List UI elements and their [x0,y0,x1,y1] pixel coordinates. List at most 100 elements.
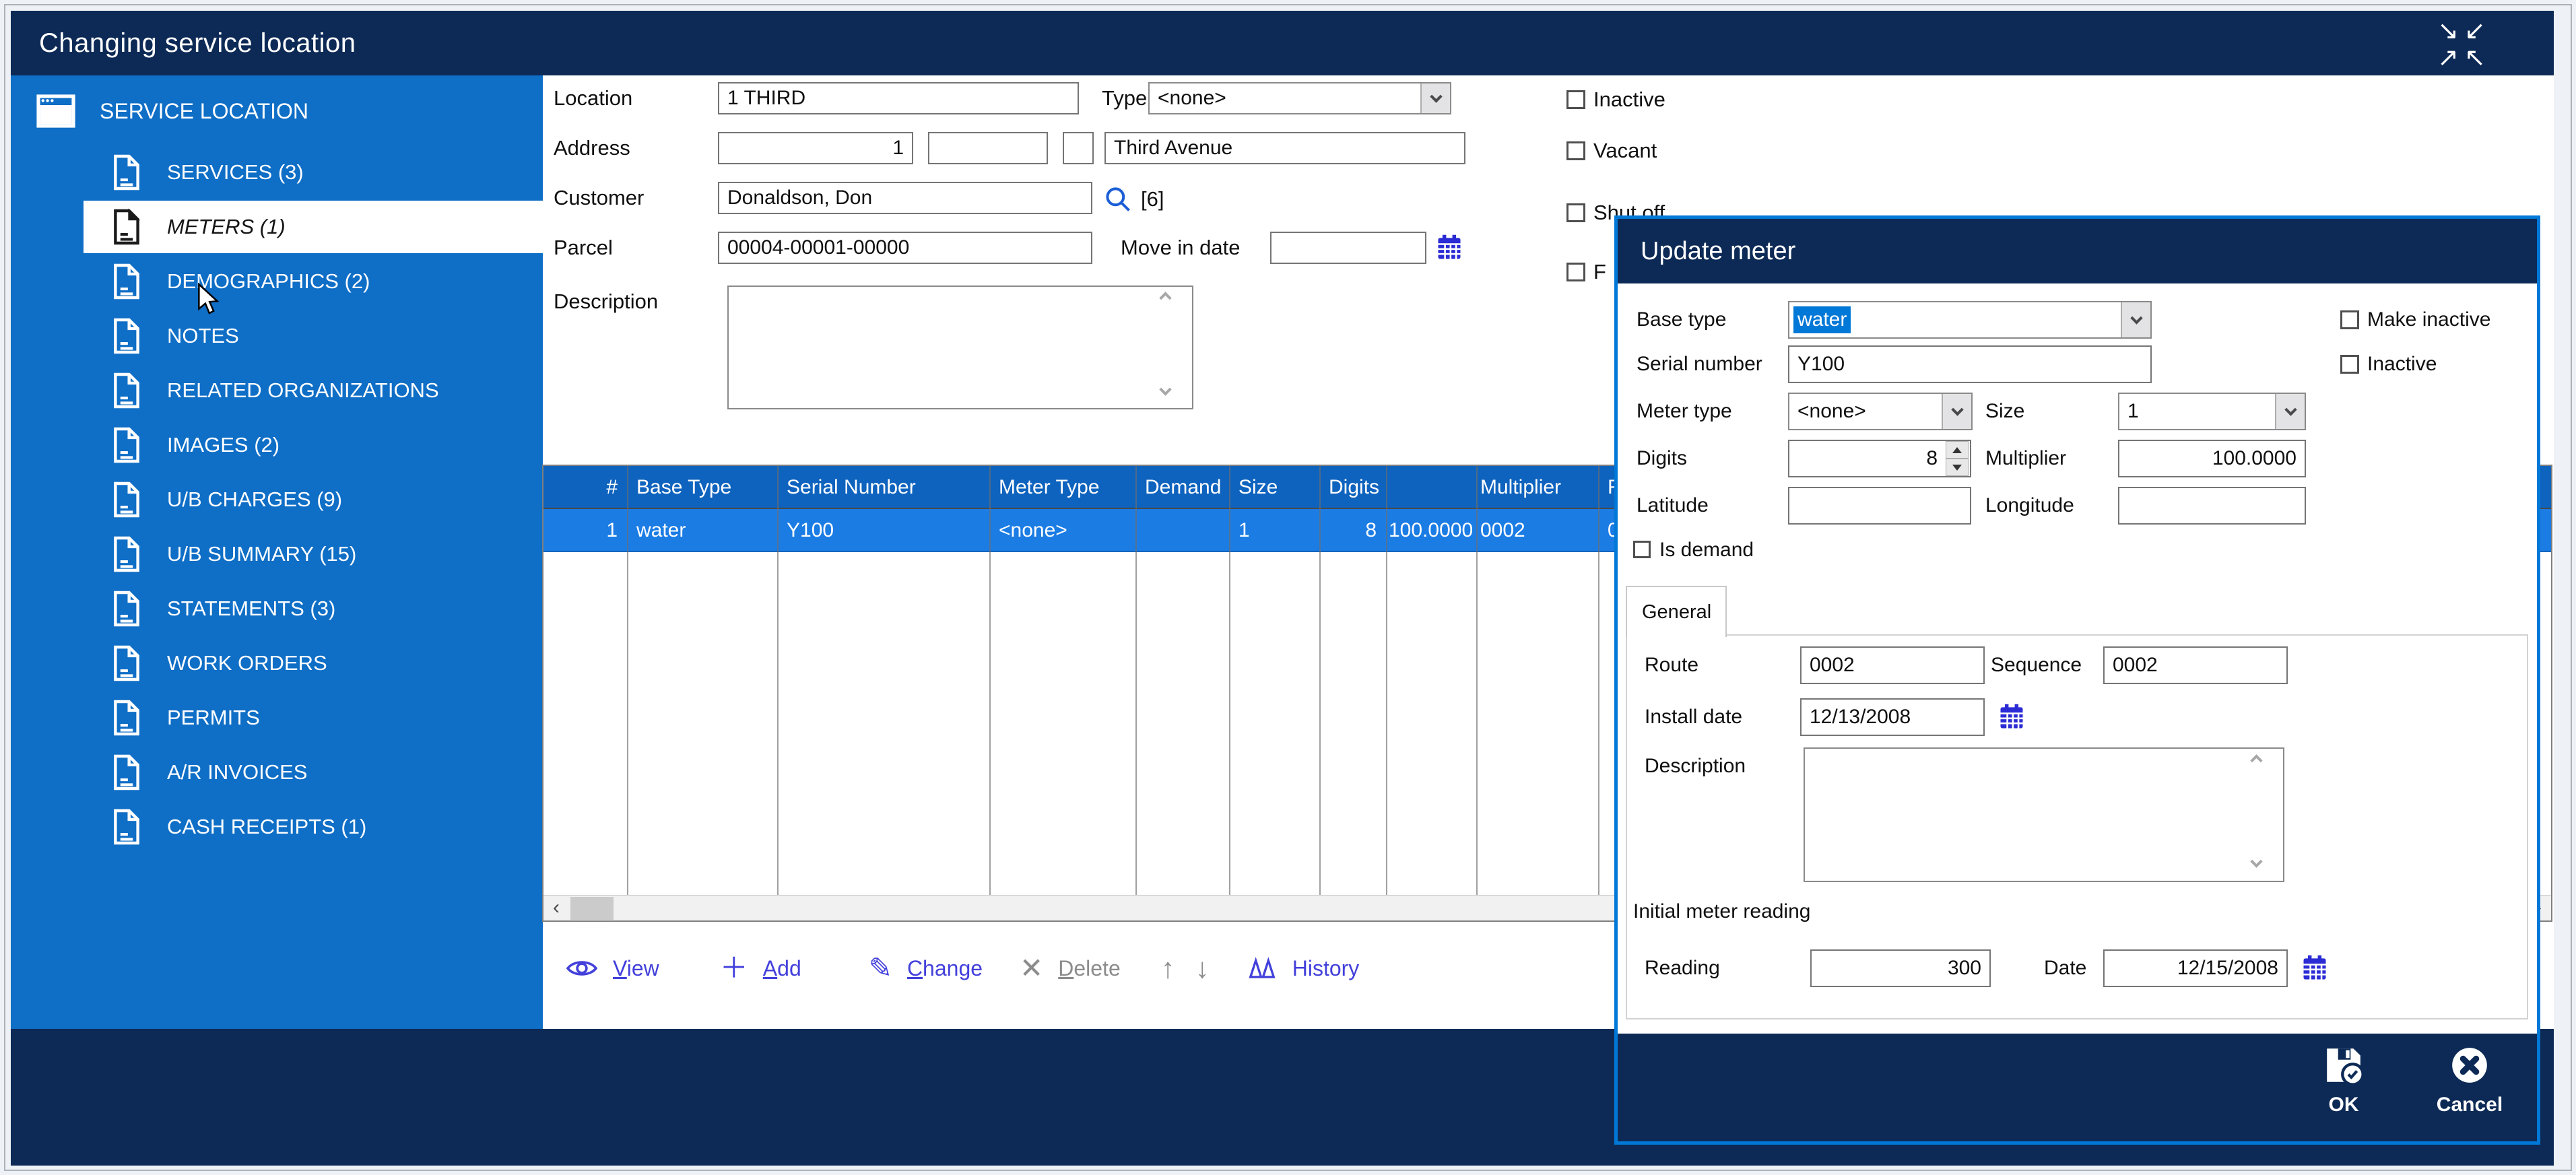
search-icon[interactable] [1103,184,1133,214]
document-icon [110,535,143,574]
type-dropdown-button[interactable] [1420,83,1450,113]
sidebar-item-ar-invoices[interactable]: A/R INVOICES [84,746,543,799]
serial-number-input[interactable] [1788,345,2152,383]
sidebar-item-related-organizations[interactable]: RELATED ORGANIZATIONS [84,364,543,417]
vacant-checkbox[interactable] [1566,141,1585,160]
sidebar-item-statements[interactable]: STATEMENTS (3) [84,582,543,635]
spinner-down-button[interactable] [1946,459,1969,476]
col-multiplier[interactable]: Multiplier [1476,466,1598,509]
digits-spinner [1946,441,1969,476]
shut-off-checkbox[interactable] [1566,203,1585,222]
description-textarea[interactable] [727,286,1193,409]
tab-general[interactable]: General [1626,586,1727,637]
col-size[interactable]: Size [1229,466,1319,509]
sequence-input[interactable] [2103,646,2288,684]
ok-button[interactable]: OK [2303,1044,2384,1116]
sidebar: SERVICE LOCATION SERVICES (3) METERS (1)… [11,75,543,1029]
col-meter-type[interactable]: Meter Type [989,466,1135,509]
sidebar-item-notes[interactable]: NOTES [84,310,543,362]
sidebar-item-label: CASH RECEIPTS (1) [167,815,366,839]
location-input[interactable] [718,82,1079,114]
view-button[interactable]: View [566,956,659,981]
history-button[interactable]: History [1247,956,1360,981]
sidebar-item-label: U/B CHARGES (9) [167,488,342,512]
digits-label: Digits [1637,440,1687,477]
route-label: Route [1645,646,1698,684]
address-street-input[interactable] [1104,132,1465,164]
move-in-date-input[interactable] [1270,232,1426,264]
is-demand-checkbox[interactable] [1633,541,1651,558]
route-input[interactable] [1800,646,1985,684]
sidebar-item-permits[interactable]: PERMITS [84,692,543,744]
calendar-icon[interactable] [1434,233,1464,263]
document-icon [110,153,143,192]
scroll-left-icon[interactable]: ‹ [543,896,569,921]
reading-input[interactable] [1810,949,1991,987]
date-label: Date [2044,949,2086,987]
install-date-label: Install date [1645,698,1742,736]
col-digits[interactable]: Digits [1319,466,1386,509]
document-icon [110,207,143,246]
longitude-input[interactable] [2118,487,2306,525]
add-button[interactable]: ＋ Add [720,954,801,982]
cell-demand [1135,509,1229,552]
delete-button[interactable]: ✕ Delete [1020,954,1121,982]
sidebar-item-service-location[interactable]: SERVICE LOCATION [26,85,531,137]
base-type-dropdown-button[interactable] [2121,302,2150,337]
latitude-input[interactable] [1788,487,1971,525]
meter-type-dropdown[interactable]: <none> [1788,393,1973,430]
sidebar-item-ub-summary[interactable]: U/B SUMMARY (15) [84,528,543,580]
change-button[interactable]: ✎ Change [869,954,983,982]
meter-type-dropdown-button[interactable] [1942,394,1971,429]
scrollbar-thumb[interactable] [570,897,614,920]
make-inactive-checkbox[interactable] [2340,310,2359,329]
inactive-checkbox[interactable] [1566,90,1585,109]
size-dropdown[interactable]: 1 [2118,393,2306,430]
sidebar-item-demographics[interactable]: DEMOGRAPHICS (2) [84,255,543,308]
cell-multiplier: 100.0000 [1386,509,1476,552]
sidebar-item-images[interactable]: IMAGES (2) [84,419,543,471]
type-dropdown[interactable]: <none> [1148,82,1451,114]
spinner-up-button[interactable] [1946,441,1969,459]
move-down-button[interactable]: ↓ [1195,954,1210,982]
install-date-input[interactable] [1800,698,1985,736]
arrow-up-icon: ↑ [1161,954,1175,982]
multiplier-input[interactable] [2118,440,2306,477]
dialog-description-textarea[interactable] [1804,747,2284,882]
col-serial-number[interactable]: Serial Number [777,466,989,509]
document-icon [110,426,143,465]
col-base-type[interactable]: Base Type [627,466,777,509]
is-demand-label: Is demand [1659,531,1754,569]
vacant-checkbox-label: Vacant [1593,135,1657,167]
base-type-dropdown[interactable]: water [1788,301,2152,339]
address-number-input[interactable] [718,132,913,164]
size-dropdown-button[interactable] [2275,394,2305,429]
col-number[interactable]: # [543,466,627,509]
address-field3-input[interactable] [1063,132,1094,164]
sidebar-item-meters-selected[interactable]: METERS (1) [84,201,543,253]
size-dropdown-value: 1 [2127,400,2139,423]
cancel-button[interactable]: Cancel [2422,1044,2517,1116]
address-field2-input[interactable] [928,132,1048,164]
move-up-button[interactable]: ↑ [1161,954,1175,982]
calendar-icon[interactable] [2300,953,2330,983]
document-icon [110,753,143,792]
sidebar-item-work-orders[interactable]: WORK ORDERS [84,637,543,690]
restore-icon[interactable]: ↘↙↗↖ [2427,18,2501,71]
sidebar-item-cash-receipts[interactable]: CASH RECEIPTS (1) [84,801,543,853]
hidden-checkbox[interactable] [1566,263,1585,281]
dialog-inactive-checkbox[interactable] [2340,355,2359,374]
move-in-date-label: Move in date [1121,232,1241,264]
dialog-inactive-label: Inactive [2367,345,2437,383]
inactive-checkbox-label: Inactive [1593,83,1665,116]
sidebar-item-label: WORK ORDERS [167,651,327,675]
customer-input[interactable] [718,182,1092,214]
sidebar-item-ub-charges[interactable]: U/B CHARGES (9) [84,473,543,526]
cell-size: 1 [1229,509,1319,552]
calendar-icon[interactable] [1997,702,2026,732]
sidebar-item-services[interactable]: SERVICES (3) [84,146,543,199]
digits-input[interactable] [1788,440,1971,477]
col-demand[interactable]: Demand [1135,466,1229,509]
parcel-input[interactable] [718,232,1092,264]
date-input[interactable] [2103,949,2288,987]
